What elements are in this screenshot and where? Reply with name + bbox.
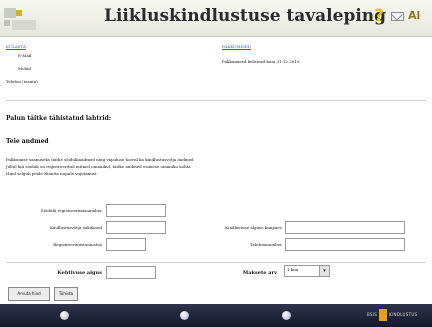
field-label-certificate: Registreerimistunnistus [53,242,102,247]
field-label-start-date: Kindlustuse alguse kuupäev [225,225,282,230]
brand-logo[interactable] [4,4,42,34]
chevron-down-icon[interactable]: ▾ [319,266,329,276]
form-subheading: Teie andmed [6,138,49,145]
period-label: Kehtivuse algus [57,270,102,276]
footer-bar: BSIS KINDLUSTUS [0,304,432,327]
footer-logo[interactable]: BSIS KINDLUSTUS [367,309,417,321]
form-heading: Palun täitke tähistatud lahtrid: [6,115,112,122]
contact-line-3: Telefon (tasuta) [6,79,38,84]
footer-logo-left: BSIS [367,312,378,317]
contact-line-1: E-Mail [18,53,32,58]
footer-dot-icon [282,311,291,320]
footer-dot-icon [60,311,69,320]
payment-select-value: 1 kuu [287,267,299,272]
field-label-phone: Telefoninumber [250,242,282,247]
page-title: Liikluskindlustuse tavaleping [104,6,387,26]
mail-icon[interactable] [391,12,404,21]
id-code-input[interactable] [106,221,166,234]
form-divider [6,262,426,263]
calculate-button[interactable]: Arvuta hind [8,287,50,301]
language-link[interactable]: Al [408,9,420,22]
offers-panel: PAKKUMISED Pakkumised kehtivad kuni 31.1… [222,44,412,64]
footer-logo-right: KINDLUSTUS [389,312,418,317]
instruction-line-1: Pakkumise saamiseks täitke sõidukiandmed… [6,157,194,162]
logo-mark-icon [379,309,388,321]
footer-dot-icon [180,311,189,320]
cancel-button[interactable]: Tühista [54,287,78,301]
offers-heading-link[interactable]: PAKKUMISED [222,44,412,49]
period-input[interactable] [106,266,156,279]
app-header: Liikluskindlustuse tavaleping ? Al [0,0,432,37]
contact-heading-link[interactable]: KÜLASTA [6,44,186,49]
instruction-line-3: Hind selgub peale Kinnita nupule vajutam… [6,171,97,176]
help-icon[interactable]: ? [371,7,387,25]
section-divider [6,100,426,101]
field-label-id-code: Kindlustusvõtja isikukood [49,225,102,230]
payment-select[interactable]: 1 kuu ▾ [284,265,330,277]
instructions: Pakkumise saamiseks täitke sõidukiandmed… [6,156,426,177]
field-label-registration: Sõiduki registreerimisnumber [40,208,102,213]
offers-line: Pakkumised kehtivad kuni 31.12.2019 [222,59,300,64]
instruction-line-2: Juhul kui sõiduk on registreeritud mitme… [6,164,191,169]
contact-panel: KÜLASTA E-Mail Mobiil Telefon (tasuta) [6,44,186,84]
registration-input[interactable] [106,204,166,217]
start-date-input[interactable] [285,221,405,234]
phone-input[interactable] [285,238,405,251]
contact-line-2: Mobiil [18,66,31,71]
payment-label: Maksete arv [242,270,277,276]
certificate-input[interactable] [106,238,146,251]
